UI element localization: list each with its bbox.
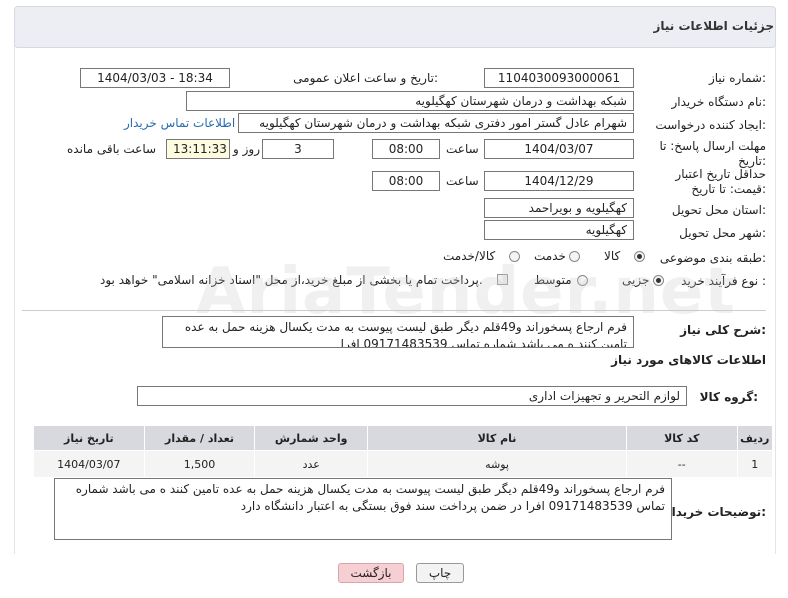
process-option-minor: جزیی: [622, 273, 650, 287]
col-row: ردیف: [736, 425, 774, 451]
city-label: شهر محل تحویل:: [679, 226, 766, 240]
back-button[interactable]: بازگشت: [338, 563, 404, 583]
description-textarea[interactable]: فرم ارجاع پسخوراند و49قلم دیگر طبق لیست …: [162, 316, 634, 348]
cell-name: پوشه: [367, 450, 627, 478]
days-field: 3: [262, 139, 334, 159]
buyer-notes-label: توضیحات خریدار:: [664, 505, 766, 519]
print-button[interactable]: چاپ: [416, 563, 464, 583]
validity-label: حداقل تاریخ اعتبار قیمت: تا تاریخ:: [675, 167, 766, 196]
process-radio-medium[interactable]: [577, 275, 588, 286]
need-number-field: 1104030093000061: [484, 68, 634, 88]
category-option-service: خدمت: [534, 249, 566, 263]
payment-note: پرداخت تمام یا بخشی از مبلغ خرید،از محل …: [100, 273, 483, 287]
validity-time-label: ساعت: [446, 174, 479, 188]
announce-datetime-field: 1404/03/03 - 18:34: [80, 68, 230, 88]
category-label: طبقه بندی موضوعی:: [659, 251, 766, 265]
deadline-time-field: 08:00: [372, 139, 440, 159]
deadline-label: مهلت ارسال پاسخ: تا تاریخ:: [659, 139, 766, 168]
deadline-date-field: 1404/03/07: [484, 139, 634, 159]
remaining-label: ساعت باقی مانده: [67, 142, 157, 156]
buyer-org-label: نام دستگاه خریدار:: [671, 95, 767, 109]
need-number-label: شماره نیاز:: [708, 71, 766, 85]
deadline-time-label: ساعت: [446, 142, 479, 156]
treasury-checkbox[interactable]: [497, 274, 508, 285]
col-code: کد کالا: [625, 425, 738, 451]
remaining-time-field: 13:11:33: [166, 139, 230, 159]
cell-code: --: [625, 450, 738, 478]
buyer-contact-link[interactable]: اطلاعات تماس خریدار: [124, 116, 235, 130]
buyer-notes-textarea[interactable]: فرم ارجاع پسخوراند و49قلم دیگر طبق لیست …: [54, 478, 672, 540]
category-option-goods-service: کالا/خدمت: [443, 249, 496, 263]
requester-label: ایجاد کننده درخواست:: [655, 118, 766, 132]
page-title: جزئیات اطلاعات نیاز: [653, 19, 774, 33]
category-radio-goods-service[interactable]: [509, 251, 520, 262]
requester-field: شهرام عادل گستر امور دفتری شبکه بهداشت و…: [238, 113, 634, 133]
col-unit: واحد شمارش: [254, 425, 369, 451]
table-row: 1 -- پوشه عدد 1,500 1404/03/07: [33, 450, 774, 478]
announce-label: تاریخ و ساعت اعلان عمومی:: [293, 71, 438, 85]
buyer-org-field: شبکه بهداشت و درمان شهرستان کهگیلویه: [186, 91, 634, 111]
validity-date-field: 1404/12/29: [484, 171, 634, 191]
days-label: روز و: [233, 142, 260, 156]
goods-group-field: لوازم التحریر و تجهیزات اداری: [137, 386, 687, 406]
table-header-row: ردیف کد کالا نام کالا واحد شمارش تعداد /…: [33, 425, 774, 451]
goods-group-label: گروه کالا:: [699, 390, 758, 404]
goods-table: ردیف کد کالا نام کالا واحد شمارش تعداد /…: [33, 425, 774, 478]
cell-row: 1: [736, 450, 774, 478]
col-qty: تعداد / مقدار: [143, 425, 256, 451]
process-option-medium: متوسط: [534, 273, 572, 287]
category-option-goods: کالا: [604, 249, 621, 263]
separator: [22, 310, 766, 311]
category-radio-service[interactable]: [569, 251, 580, 262]
cell-qty: 1,500: [143, 450, 256, 478]
process-radio-minor[interactable]: [653, 275, 664, 286]
col-date: تاریخ نیاز: [33, 425, 145, 451]
city-field: کهگیلویه: [484, 220, 634, 240]
validity-time-field: 08:00: [372, 171, 440, 191]
col-name: نام کالا: [367, 425, 627, 451]
description-label: شرح کلی نیاز:: [680, 323, 766, 337]
process-label: نوع فرآیند خرید :: [681, 274, 766, 288]
goods-section-title: اطلاعات کالاهای مورد نیاز: [611, 353, 766, 367]
cell-unit: عدد: [254, 450, 369, 478]
province-field: کهگیلویه و بویراحمد: [484, 198, 634, 218]
cell-date: 1404/03/07: [33, 450, 145, 478]
category-radio-goods[interactable]: [634, 251, 645, 262]
province-label: استان محل تحویل:: [671, 203, 766, 217]
